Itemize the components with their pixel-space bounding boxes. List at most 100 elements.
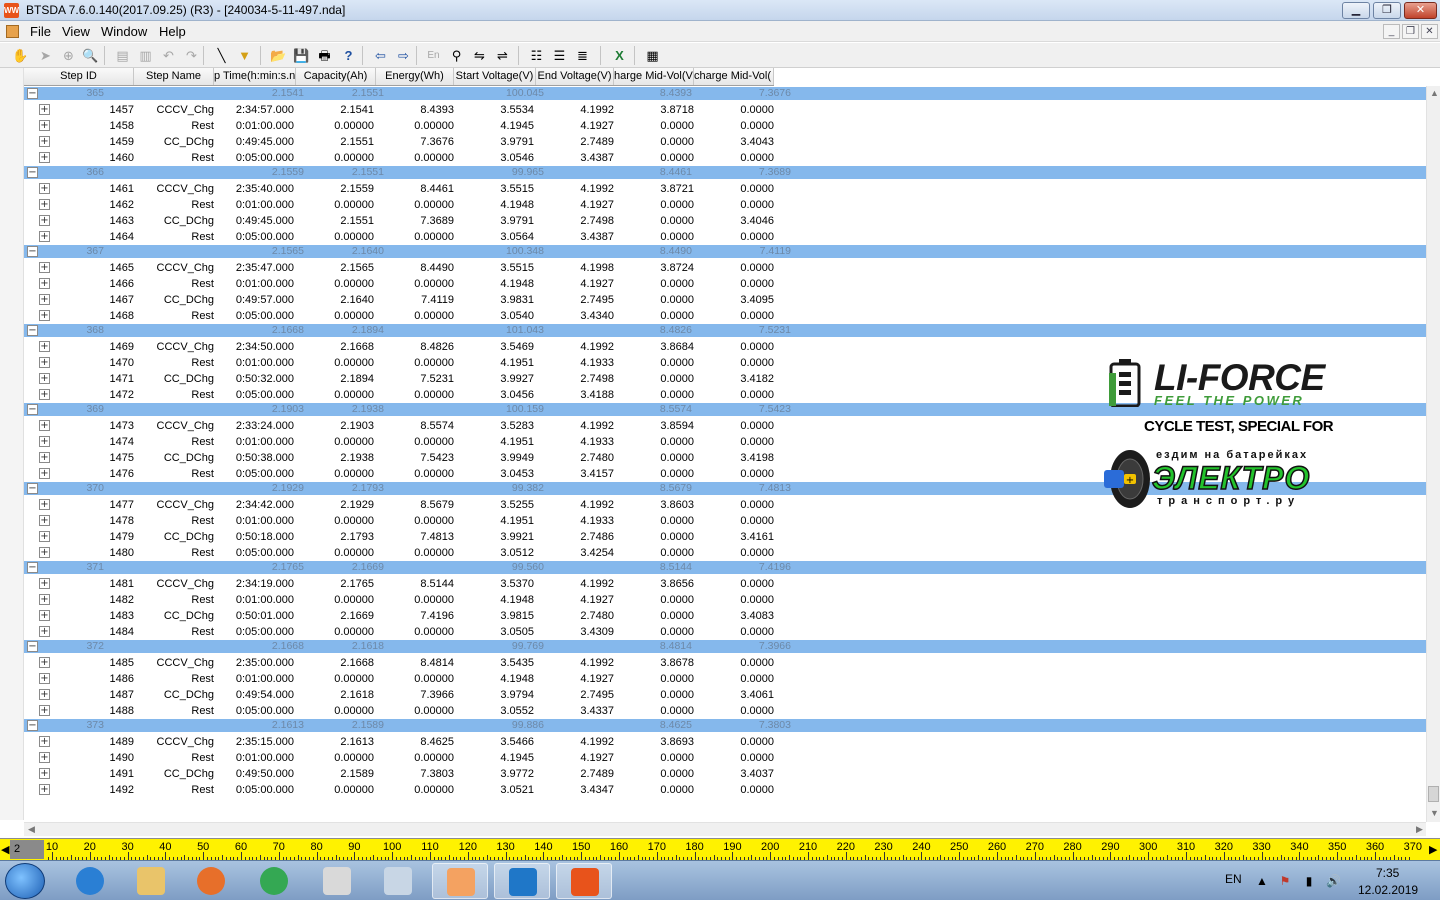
step-row[interactable]: +1467 CC_DChg 0:49:57.000 2.1640 7.4119 3.983… (24, 292, 1426, 308)
collapse-icon[interactable]: − (27, 404, 38, 415)
expand-icon[interactable]: + (39, 531, 50, 542)
scroll-up-icon[interactable]: ▲ (1430, 88, 1439, 98)
step-row[interactable]: +1463 CC_DChg 0:49:45.000 2.1551 7.3689 3.979… (24, 213, 1426, 229)
menu-view[interactable]: View (62, 24, 90, 39)
grid-view-icon[interactable]: ☷ (528, 47, 545, 64)
expand-icon[interactable]: + (39, 231, 50, 242)
taskbar-app-chrome[interactable] (246, 863, 302, 899)
collapse-icon[interactable]: − (27, 720, 38, 731)
clock-time[interactable]: 7:35 (1376, 866, 1399, 880)
expand-icon[interactable]: + (39, 468, 50, 479)
step-row[interactable]: +1491 CC_DChg 0:49:50.000 2.1589 7.3803 3.977… (24, 766, 1426, 782)
step-row[interactable]: +1490 Rest 0:01:00.000 0.00000 0.00000 4.1945… (24, 750, 1426, 766)
taskbar-app-btsda-monitor[interactable] (494, 863, 550, 899)
detail-view-icon[interactable]: ☰ (551, 47, 568, 64)
step-row[interactable]: +1466 Rest 0:01:00.000 0.00000 0.00000 4.1948… (24, 276, 1426, 292)
step-row[interactable]: +1485 CCCV_Chg 2:35:00.000 2.1668 8.4814 3.54… (24, 655, 1426, 671)
document-minimize-button[interactable]: _ (1383, 24, 1400, 39)
expand-icon[interactable]: + (39, 436, 50, 447)
cycle-group-row[interactable]: − 366 2.1559 2.1551 99.965 8.4461 7.3689 (24, 166, 1426, 179)
scroll-down-icon[interactable]: ▼ (1430, 808, 1439, 818)
volume-icon[interactable]: 🔊 (1326, 874, 1341, 888)
expand-icon[interactable]: + (39, 262, 50, 273)
start-button[interactable] (5, 863, 45, 899)
scroll-right-icon[interactable]: ▶ (1416, 824, 1423, 835)
cycle-group-row[interactable]: − 371 2.1765 2.1669 99.560 8.5144 7.4196 (24, 561, 1426, 574)
cycle-group-row[interactable]: − 372 2.1668 2.1618 99.769 8.4814 7.3966 (24, 640, 1426, 653)
maximize-button[interactable]: ❐ (1373, 2, 1401, 19)
vertical-scrollbar[interactable]: ▲ ▼ (1426, 86, 1440, 822)
expand-icon[interactable]: + (39, 120, 50, 131)
expand-icon[interactable]: + (39, 278, 50, 289)
step-row[interactable]: +1465 CCCV_Chg 2:35:47.000 2.1565 8.4490 3.55… (24, 260, 1426, 276)
taskbar-app-file-explorer[interactable] (123, 863, 179, 899)
align-left-icon[interactable]: ⇋ (471, 47, 488, 64)
step-row[interactable]: +1464 Rest 0:05:00.000 0.00000 0.00000 3.0564… (24, 229, 1426, 245)
expand-icon[interactable]: + (39, 199, 50, 210)
expand-icon[interactable]: + (39, 420, 50, 431)
expand-icon[interactable]: + (39, 294, 50, 305)
taskbar-app-calculator[interactable] (370, 863, 426, 899)
column-header-step-time[interactable]: p Time(h:min:s.n (214, 68, 296, 85)
help-icon[interactable]: ? (340, 47, 357, 64)
step-row[interactable]: +1462 Rest 0:01:00.000 0.00000 0.00000 4.1948… (24, 197, 1426, 213)
column-header-capacity[interactable]: Capacity(Ah) (296, 68, 376, 85)
expand-icon[interactable]: + (39, 357, 50, 368)
step-row[interactable]: +1458 Rest 0:01:00.000 0.00000 0.00000 4.1945… (24, 118, 1426, 134)
expand-icon[interactable]: + (39, 183, 50, 194)
step-row[interactable]: +1478 Rest 0:01:00.000 0.00000 0.00000 4.1951… (24, 513, 1426, 529)
language-icon[interactable]: En (425, 47, 442, 64)
undo-icon[interactable]: ↶ (160, 47, 177, 64)
step-row[interactable]: +1480 Rest 0:05:00.000 0.00000 0.00000 3.0512… (24, 545, 1426, 561)
taskbar-app-virtualbox[interactable] (309, 863, 365, 899)
language-indicator[interactable]: EN (1225, 872, 1242, 886)
taskbar-app-btsda-data[interactable] (556, 863, 612, 899)
expand-icon[interactable]: + (39, 705, 50, 716)
cycle-group-row[interactable]: − 373 2.1613 2.1589 99.886 8.4625 7.3803 (24, 719, 1426, 732)
menu-file[interactable]: File (30, 24, 51, 39)
redo-icon[interactable]: ↷ (183, 47, 200, 64)
back-icon[interactable]: ⇦ (372, 47, 389, 64)
clock-date[interactable]: 12.02.2019 (1358, 883, 1418, 897)
step-row[interactable]: +1459 CC_DChg 0:49:45.000 2.1551 7.3676 3.979… (24, 134, 1426, 150)
align-right-icon[interactable]: ⇌ (494, 47, 511, 64)
filter-icon[interactable]: ▼ (236, 47, 253, 64)
expand-icon[interactable]: + (39, 341, 50, 352)
print-icon[interactable]: 🖶 (316, 47, 333, 64)
excel-export-icon[interactable]: X (611, 47, 628, 64)
scroll-left-icon[interactable]: ◀ (28, 824, 35, 835)
expand-icon[interactable]: + (39, 673, 50, 684)
ruler-left-icon[interactable]: ◀ (1, 843, 9, 856)
document-close-button[interactable]: ✕ (1421, 24, 1438, 39)
taskbar-app-paint[interactable] (432, 863, 488, 899)
open-folder-icon[interactable]: 📂 (270, 47, 287, 64)
step-row[interactable]: +1483 CC_DChg 0:50:01.000 2.1669 7.4196 3.981… (24, 608, 1426, 624)
taskbar-app-media-player[interactable] (183, 863, 239, 899)
expand-icon[interactable]: + (39, 373, 50, 384)
expand-icon[interactable]: + (39, 610, 50, 621)
step-row[interactable]: +1487 CC_DChg 0:49:54.000 2.1618 7.3966 3.979… (24, 687, 1426, 703)
expand-icon[interactable]: + (39, 452, 50, 463)
document-restore-button[interactable]: ❐ (1402, 24, 1419, 39)
zoom-area-icon[interactable]: ⊕ (60, 47, 77, 64)
step-row[interactable]: +1469 CCCV_Chg 2:34:50.000 2.1668 8.4826 3.54… (24, 339, 1426, 355)
expand-icon[interactable]: + (39, 136, 50, 147)
collapse-icon[interactable]: − (27, 325, 38, 336)
forward-icon[interactable]: ⇨ (395, 47, 412, 64)
pointer-icon[interactable]: ➤ (37, 47, 54, 64)
layout-icon[interactable]: ▦ (644, 47, 661, 64)
step-row[interactable]: +1488 Rest 0:05:00.000 0.00000 0.00000 3.0552… (24, 703, 1426, 719)
menu-help[interactable]: Help (159, 24, 186, 39)
list-view-icon[interactable]: ≣ (574, 47, 591, 64)
zoom-icon[interactable]: 🔍 (82, 47, 99, 64)
expand-icon[interactable]: + (39, 515, 50, 526)
expand-icon[interactable]: + (39, 784, 50, 795)
collapse-icon[interactable]: − (27, 562, 38, 573)
taskbar-app-internet-explorer[interactable] (62, 863, 118, 899)
step-row[interactable]: +1479 CC_DChg 0:50:18.000 2.1793 7.4813 3.992… (24, 529, 1426, 545)
step-row[interactable]: +1486 Rest 0:01:00.000 0.00000 0.00000 4.1948… (24, 671, 1426, 687)
step-row[interactable]: +1489 CCCV_Chg 2:35:15.000 2.1613 8.4625 3.54… (24, 734, 1426, 750)
step-row[interactable]: +1484 Rest 0:05:00.000 0.00000 0.00000 3.0505… (24, 624, 1426, 640)
horizontal-scrollbar[interactable]: ◀ ▶ (24, 822, 1426, 836)
document-icon[interactable] (6, 25, 19, 38)
